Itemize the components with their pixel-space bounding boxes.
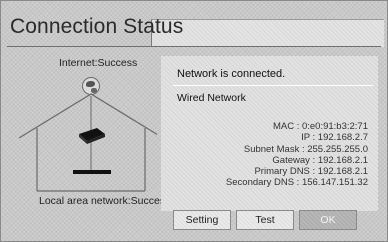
internet-status-label: Internet:Success (59, 57, 138, 69)
network-info: MAC : 0:e0:91:b3:2:71 IP : 192.168.2.7 S… (226, 121, 368, 189)
gateway: Gateway : 192.168.2.1 (272, 154, 368, 166)
network-type: Wired Network (177, 92, 246, 104)
connection-status-dialog: Connection Status Internet:Success Local… (0, 0, 388, 242)
secondary-dns: Secondary DNS : 156.147.151.32 (225, 177, 368, 189)
title-divider (7, 46, 381, 47)
ok-button[interactable]: OK (299, 210, 357, 230)
setting-button[interactable]: Setting (173, 210, 231, 230)
mac-address: MAC : 0:e0:91:b3:2:71 (272, 121, 368, 132)
lan-status-label: Local area network:Success (39, 195, 171, 207)
network-diagram: Internet:Success Local area network:Succ… (7, 56, 170, 211)
dialog-title: Connection Status (10, 15, 184, 38)
details-divider (173, 85, 373, 86)
tv-icon (73, 170, 111, 174)
primary-dns: Primary DNS : 192.168.2.1 (254, 166, 368, 178)
test-button[interactable]: Test (236, 210, 294, 230)
house-icon (18, 93, 157, 192)
ip-address: IP : 192.168.2.7 (301, 132, 368, 144)
button-bar: Setting Test OK (173, 210, 357, 230)
subnet-mask: Subnet Mask : 255.255.255.0 (243, 143, 368, 155)
status-message: Network is connected. (177, 68, 286, 80)
title-tab-decoration (151, 19, 384, 47)
connection-details-panel: Network is connected. Wired Network MAC … (161, 56, 378, 211)
router-icon (79, 128, 105, 144)
